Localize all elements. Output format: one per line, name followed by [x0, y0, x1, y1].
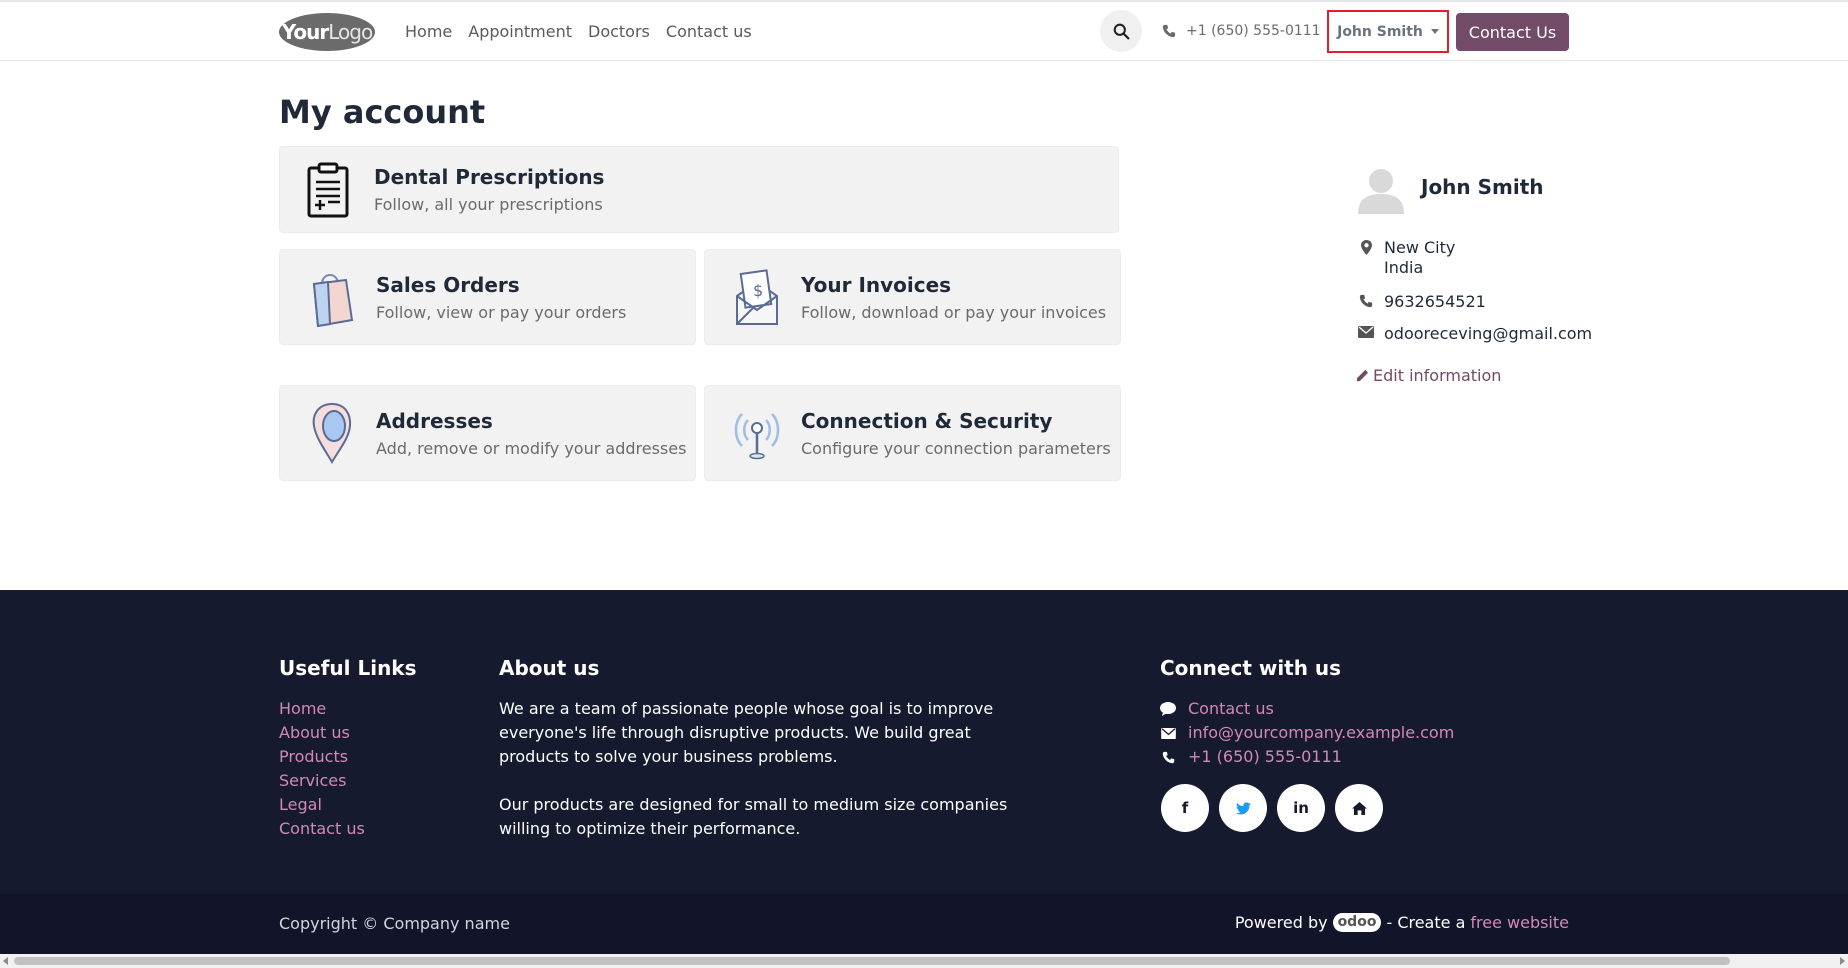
about-us-heading: About us: [499, 656, 600, 680]
horizontal-scrollbar[interactable]: [0, 954, 1848, 968]
card-title: Sales Orders: [376, 272, 520, 297]
profile-country: India: [1384, 258, 1424, 277]
main-nav: Home Appointment Doctors Contact us: [405, 22, 768, 41]
map-pin-icon: [302, 402, 362, 464]
free-website-link[interactable]: free website: [1470, 913, 1569, 932]
avatar: [1358, 169, 1404, 214]
pencil-icon: [1356, 369, 1369, 382]
connect-contact-link[interactable]: Contact us: [1160, 697, 1454, 721]
site-header: Your Logo Home Appointment Doctors Contac…: [0, 2, 1848, 61]
card-connection-security[interactable]: Connection & Security Configure your con…: [704, 385, 1121, 481]
home-icon[interactable]: [1335, 784, 1383, 832]
nav-appointment[interactable]: Appointment: [468, 22, 572, 41]
useful-links-heading: Useful Links: [279, 656, 417, 680]
copyright-text: Copyright © Company name: [279, 914, 510, 933]
header-phone[interactable]: +1 (650) 555-0111: [1162, 23, 1321, 39]
profile-city: New City: [1384, 238, 1456, 257]
profile-phone-text: 9632654521: [1384, 292, 1486, 311]
card-subtitle: Follow, download or pay your invoices: [801, 302, 1107, 322]
header-phone-text: +1 (650) 555-0111: [1186, 23, 1321, 39]
invoice-envelope-icon: $: [727, 267, 787, 327]
scroll-left-icon[interactable]: [3, 957, 8, 965]
site-logo[interactable]: Your Logo: [279, 13, 375, 51]
connect-phone-link[interactable]: +1 (650) 555-0111: [1160, 745, 1454, 769]
connect-contact-text: Contact us: [1188, 699, 1274, 718]
edit-information-label: Edit information: [1373, 366, 1502, 385]
connect-email-text: info@yourcompany.example.com: [1188, 723, 1455, 742]
profile-email: odooreceving@gmail.com: [1358, 324, 1592, 343]
connect-heading: Connect with us: [1160, 656, 1342, 680]
footer-link-services[interactable]: Services: [279, 769, 365, 793]
logo-text-bold: Your: [281, 20, 329, 44]
search-icon: [1113, 23, 1129, 39]
card-subtitle: Follow, all your prescriptions: [374, 195, 603, 214]
card-subtitle: Follow, view or pay your orders: [376, 302, 627, 322]
nav-contact-us[interactable]: Contact us: [666, 22, 752, 41]
about-paragraph-1: We are a team of passionate people whose…: [499, 699, 994, 766]
connect-phone-text: +1 (650) 555-0111: [1188, 747, 1342, 766]
phone-icon: [1162, 24, 1176, 38]
footer-link-home[interactable]: Home: [279, 697, 365, 721]
linkedin-icon[interactable]: in: [1277, 784, 1325, 832]
card-title: Connection & Security: [801, 408, 1053, 433]
powered-by-label: Powered by: [1234, 913, 1328, 932]
about-paragraph-2: Our products are designed for small to m…: [499, 795, 1008, 838]
contact-us-button[interactable]: Contact Us: [1456, 13, 1569, 51]
card-title: Addresses: [376, 408, 493, 433]
twitter-icon[interactable]: [1219, 784, 1267, 832]
shopping-bag-icon: [302, 267, 362, 328]
social-links: f in: [1161, 784, 1383, 832]
scrollbar-thumb[interactable]: [14, 957, 1730, 965]
about-us-text: We are a team of passionate people whose…: [499, 697, 1029, 841]
logo-text-light: Logo: [328, 20, 373, 44]
connect-email-link[interactable]: info@yourcompany.example.com: [1160, 721, 1454, 745]
search-button[interactable]: [1100, 10, 1142, 52]
facebook-glyph: f: [1181, 799, 1189, 817]
facebook-icon[interactable]: f: [1161, 784, 1209, 832]
footer-link-legal[interactable]: Legal: [279, 793, 365, 817]
user-menu-name: John Smith: [1337, 23, 1423, 40]
nav-home[interactable]: Home: [405, 22, 452, 41]
profile-name: John Smith: [1421, 175, 1544, 199]
card-dental-prescriptions[interactable]: Dental Prescriptions Follow, all your pr…: [279, 146, 1119, 233]
footer-bottom-bar: Copyright © Company name Powered by odoo…: [0, 894, 1848, 954]
clipboard-icon: [298, 160, 358, 220]
nav-doctors[interactable]: Doctors: [588, 22, 650, 41]
card-title: Dental Prescriptions: [374, 165, 605, 189]
map-marker-icon: [1358, 238, 1374, 255]
user-menu-dropdown[interactable]: John Smith: [1327, 10, 1449, 53]
edit-information-link[interactable]: Edit information: [1356, 366, 1501, 385]
profile-phone: 9632654521: [1358, 292, 1486, 311]
envelope-icon: [1160, 727, 1176, 739]
antenna-icon: [727, 403, 787, 463]
card-subtitle: Add, remove or modify your addresses: [376, 438, 687, 458]
card-addresses[interactable]: Addresses Add, remove or modify your add…: [279, 385, 696, 481]
phone-icon: [1160, 751, 1176, 764]
svg-text:$: $: [753, 281, 763, 300]
card-your-invoices[interactable]: $ Your Invoices Follow, download or pay …: [704, 249, 1121, 345]
profile-email-text: odooreceving@gmail.com: [1384, 324, 1593, 343]
caret-down-icon: [1430, 29, 1439, 34]
card-subtitle: Configure your connection parameters: [801, 438, 1111, 458]
comment-icon: [1160, 702, 1176, 716]
page-title: My account: [279, 93, 486, 131]
footer-link-about-us[interactable]: About us: [279, 721, 365, 745]
profile-address: New City India: [1358, 238, 1455, 278]
connect-list: Contact us info@yourcompany.example.com …: [1160, 697, 1454, 769]
site-footer: Useful Links Home About us Products Serv…: [0, 590, 1848, 894]
card-sales-orders[interactable]: Sales Orders Follow, view or pay your or…: [279, 249, 696, 345]
useful-links-list: Home About us Products Services Legal Co…: [279, 697, 365, 841]
powered-by: Powered by odoo - Create a free website: [1235, 913, 1569, 932]
odoo-logo[interactable]: odoo: [1332, 913, 1382, 932]
linkedin-glyph: in: [1293, 799, 1309, 817]
footer-link-products[interactable]: Products: [279, 745, 365, 769]
card-title: Your Invoices: [801, 272, 952, 297]
footer-link-contact-us[interactable]: Contact us: [279, 817, 365, 841]
create-a-label: - Create a: [1386, 913, 1466, 932]
phone-icon: [1358, 292, 1374, 308]
envelope-icon: [1358, 324, 1374, 338]
scroll-right-icon[interactable]: [1840, 957, 1845, 965]
